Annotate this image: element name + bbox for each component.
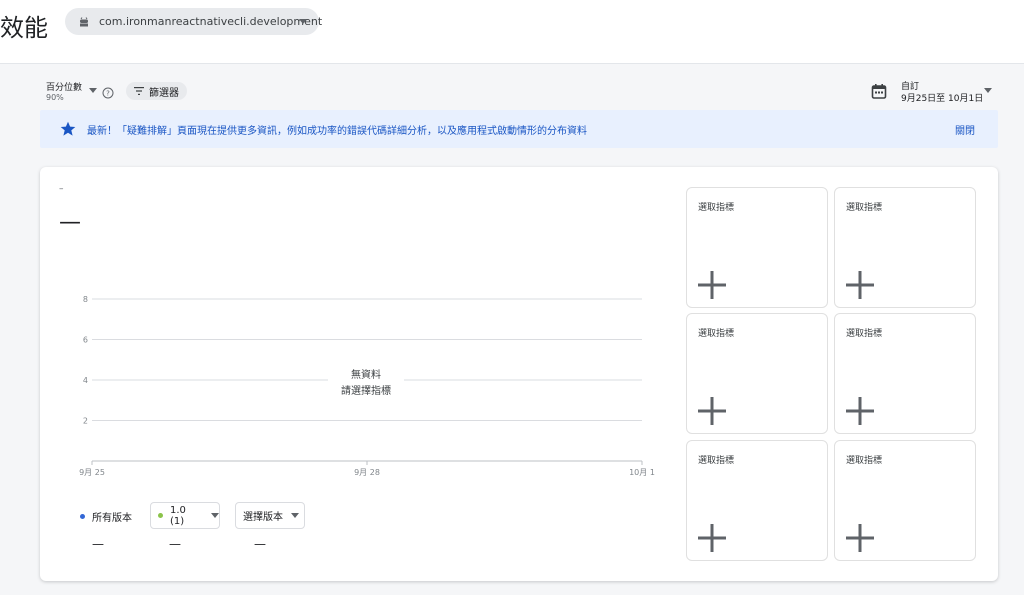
help-icon[interactable]: ? (102, 84, 114, 99)
select-metric-tile[interactable]: 選取指標 (834, 187, 976, 308)
select-metric-tile[interactable]: 選取指標 (686, 440, 828, 561)
plus-icon (846, 397, 874, 425)
plus-icon (698, 397, 726, 425)
app-name: com.ironmanreactnativecli.development (99, 15, 323, 28)
star-icon (60, 121, 76, 137)
chevron-down-icon (211, 513, 219, 518)
app-selector[interactable]: com.ironmanreactnativecli.development (65, 8, 323, 35)
x-tick-label: 9月 25 (79, 468, 105, 477)
y-tick-label: 2 (83, 417, 88, 426)
plus-icon (698, 524, 726, 552)
percentile-label[interactable]: 百分位數 (46, 80, 82, 93)
select-version-button[interactable]: 選擇版本 (235, 502, 305, 529)
tile-label: 選取指標 (698, 203, 735, 213)
chevron-down-icon (299, 19, 307, 24)
legend-dot (158, 513, 163, 518)
tile-label: 選取指標 (846, 456, 883, 466)
chevron-down-icon[interactable] (984, 88, 992, 93)
no-data-text: 無資料 (328, 366, 404, 381)
metric-subtitle: – (59, 184, 64, 194)
y-tick-label: 8 (83, 295, 88, 304)
chevron-down-icon (291, 513, 299, 518)
x-tick-label: 10月 1 (629, 468, 655, 477)
banner-close-button[interactable]: 關閉 (955, 122, 975, 137)
announcement-banner: 最新！「疑難排解」頁面現在提供更多資訊，例如成功率的錯誤代碼詳細分析，以及應用程… (40, 110, 998, 148)
all-versions-label: 所有版本 (92, 513, 132, 524)
y-tick-label: 6 (83, 336, 88, 345)
date-range[interactable]: 9月25日至 10月1日 (901, 91, 983, 104)
filter-label: 篩選器 (149, 87, 179, 99)
y-tick-label: 4 (83, 376, 88, 385)
select-metric-tile[interactable]: 選取指標 (686, 313, 828, 434)
filter-icon (134, 87, 144, 95)
plus-icon (846, 271, 874, 299)
selected-version-value: — (254, 537, 266, 551)
select-metric-tile[interactable]: 選取指標 (686, 187, 828, 308)
x-tick-label: 9月 28 (354, 468, 380, 477)
plus-icon (846, 524, 874, 552)
tile-label: 選取指標 (846, 203, 883, 213)
plus-icon (698, 271, 726, 299)
tile-label: 選取指標 (846, 329, 883, 339)
percentile-value[interactable]: 90% (46, 93, 64, 102)
metric-value: — (59, 210, 81, 235)
select-metric-tile[interactable]: 選取指標 (834, 440, 976, 561)
android-icon (78, 16, 90, 28)
svg-text:?: ? (106, 90, 110, 98)
all-versions-legend[interactable]: 所有版本 (80, 509, 132, 524)
banner-message[interactable]: 最新！「疑難排解」頁面現在提供更多資訊，例如成功率的錯誤代碼詳細分析，以及應用程… (87, 122, 587, 137)
tile-label: 選取指標 (698, 456, 735, 466)
select-version-label: 選擇版本 (243, 512, 283, 523)
top-bar: 效能 com.ironmanreactnativecli.development (0, 0, 1024, 64)
version-1-0-value: — (169, 537, 181, 551)
tile-label: 選取指標 (698, 329, 735, 339)
page-title: 效能 (0, 14, 48, 42)
legend-dot (80, 514, 85, 519)
select-metric-hint: 請選擇指標 (328, 382, 404, 397)
filter-button[interactable]: 篩選器 (126, 82, 187, 100)
all-versions-value: — (92, 537, 104, 551)
select-metric-tile[interactable]: 選取指標 (834, 313, 976, 434)
version-selector-1-0[interactable]: 1.0 (1) (150, 502, 220, 529)
calendar-icon[interactable] (871, 83, 887, 99)
version-label: 1.0 (1) (169, 504, 186, 527)
chevron-down-icon[interactable] (89, 88, 97, 93)
